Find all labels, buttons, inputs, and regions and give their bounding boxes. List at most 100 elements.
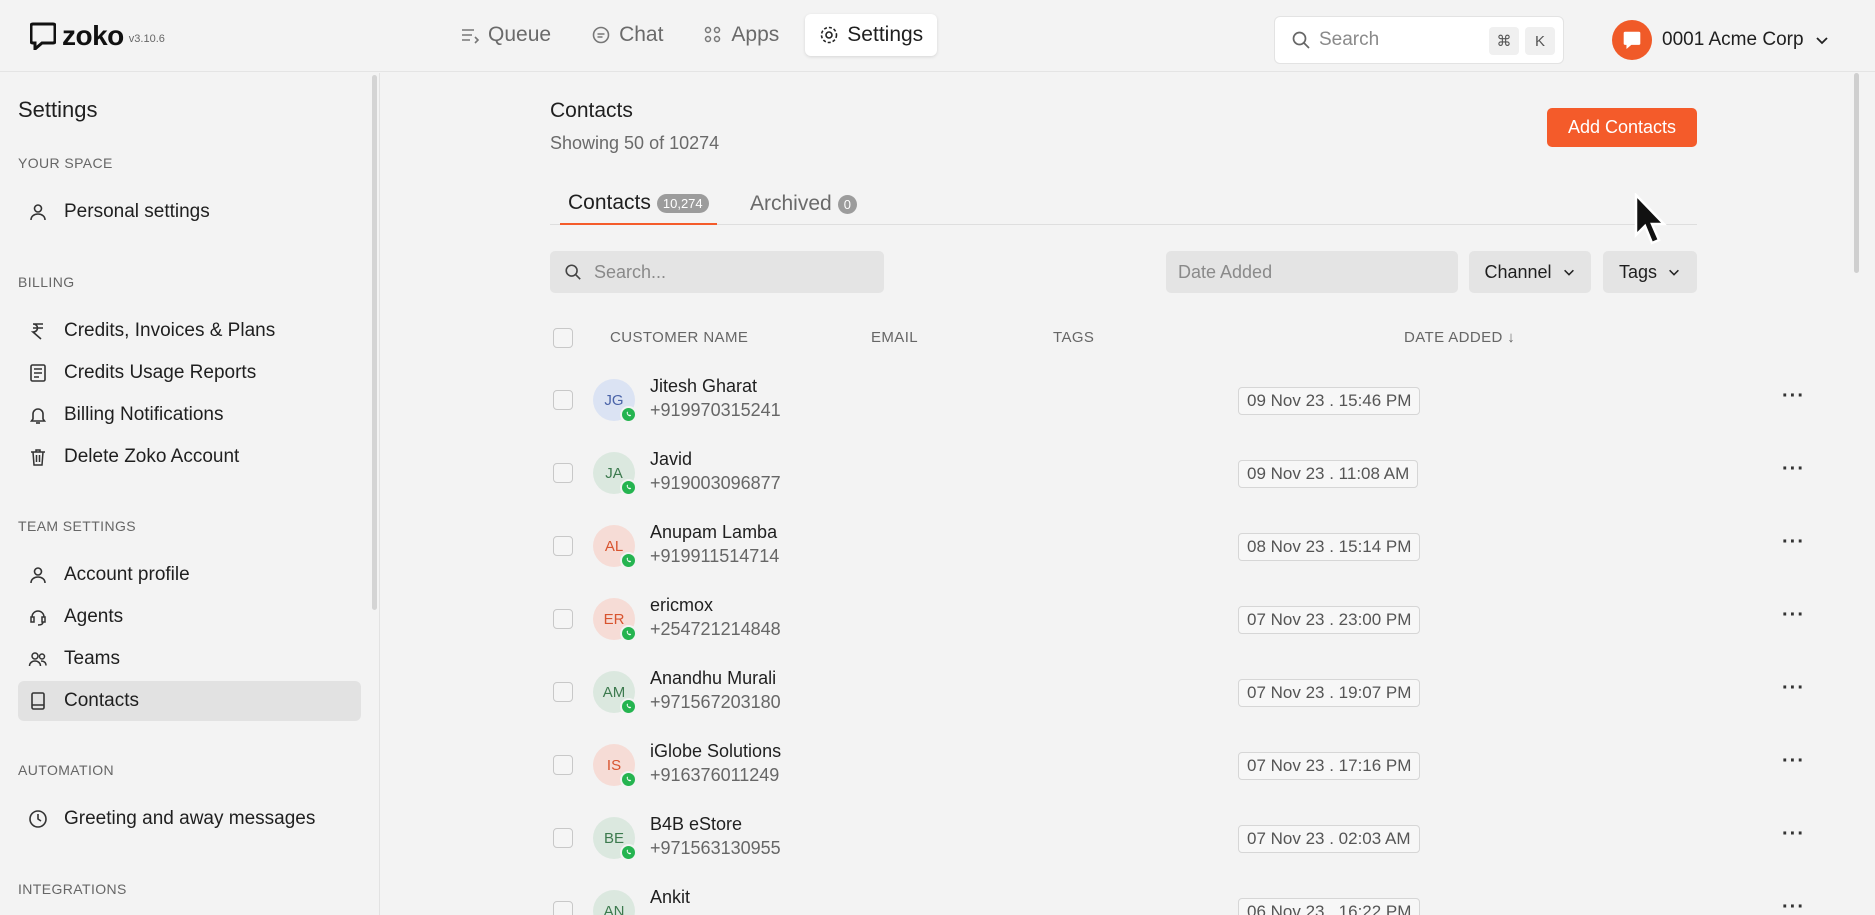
contact-name[interactable]: iGlobe Solutions bbox=[650, 741, 781, 762]
date-added-badge: 09 Nov 23 . 11:08 AM bbox=[1238, 460, 1419, 488]
row-checkbox[interactable] bbox=[553, 390, 573, 410]
contacts-search-input[interactable]: Search... bbox=[550, 251, 884, 293]
contact-name[interactable]: Javid bbox=[650, 449, 692, 470]
search-placeholder: Search bbox=[1319, 29, 1380, 50]
sidebar-item-label: Delete Zoko Account bbox=[64, 446, 240, 467]
nav-queue[interactable]: Queue bbox=[446, 14, 565, 56]
bell-icon bbox=[29, 408, 47, 424]
row-more-options-icon[interactable]: ··· bbox=[1782, 823, 1805, 846]
whatsapp-icon bbox=[620, 698, 637, 715]
sidebar-item-delete-account[interactable]: Delete Zoko Account bbox=[18, 437, 361, 477]
dropdown-label: Tags bbox=[1618, 261, 1658, 282]
contact-phone: +916376011249 bbox=[650, 765, 780, 785]
date-added-badge: 07 Nov 23 . 02:03 AM bbox=[1238, 825, 1420, 853]
section-billing: BILLING bbox=[18, 274, 75, 290]
sidebar-item-personal-settings[interactable]: Personal settings bbox=[18, 192, 361, 232]
row-checkbox[interactable] bbox=[553, 536, 573, 556]
sidebar-title: Settings bbox=[18, 97, 98, 122]
contact-name[interactable]: Jitesh Gharat bbox=[650, 376, 757, 397]
row-checkbox[interactable] bbox=[553, 901, 573, 915]
date-added-badge: 06 Nov 23 . 16:22 PM bbox=[1238, 898, 1421, 915]
table-row[interactable]: AL Anupam Lamba +919911514714 08 Nov 23 . 1… bbox=[550, 509, 1804, 582]
date-added-badge: 07 Nov 23 . 23:00 PM bbox=[1238, 606, 1421, 634]
row-checkbox[interactable] bbox=[553, 828, 573, 848]
column-header-customer-name[interactable]: CUSTOMER NAME bbox=[610, 329, 748, 346]
nav-settings[interactable]: Settings bbox=[805, 14, 938, 56]
contact-name[interactable]: Ankit bbox=[650, 887, 690, 908]
table-row[interactable]: AM Anandhu Murali +971567203180 07 Nov 23 .… bbox=[550, 655, 1804, 728]
sidebar-item-greeting-away[interactable]: Greeting and away messages bbox=[18, 799, 361, 839]
date-filter-placeholder: Date Added bbox=[1178, 261, 1273, 282]
top-bar: zoko v3.10.6 Queue Chat Apps Settings Se… bbox=[0, 0, 1875, 72]
tab-count-badge: 10,274 bbox=[656, 193, 709, 213]
book-icon bbox=[31, 692, 45, 710]
sidebar-item-teams[interactable]: Teams bbox=[18, 639, 361, 679]
table-row[interactable]: IS iGlobe Solutions +916376011249 07 Nov 23… bbox=[550, 728, 1804, 801]
main-scrollbar[interactable] bbox=[1851, 73, 1861, 915]
select-all-checkbox[interactable] bbox=[553, 328, 573, 348]
contact-phone: +254721214848 bbox=[650, 619, 781, 639]
contact-phone: +971563130955 bbox=[650, 838, 781, 858]
row-checkbox[interactable] bbox=[553, 755, 573, 775]
row-checkbox[interactable] bbox=[553, 463, 573, 483]
row-more-options-icon[interactable]: ··· bbox=[1782, 531, 1805, 554]
avatar-initials: JG bbox=[604, 391, 624, 409]
row-more-options-icon[interactable]: ··· bbox=[1782, 677, 1805, 700]
report-icon bbox=[30, 364, 46, 382]
sidebar-item-contacts[interactable]: Contacts bbox=[18, 681, 361, 721]
table-row[interactable]: ER ericmox +254721214848 07 Nov 23 . 23:00 … bbox=[550, 582, 1804, 655]
date-added-filter[interactable]: Date Added bbox=[1166, 251, 1458, 293]
add-contacts-button[interactable]: Add Contacts bbox=[1547, 108, 1697, 147]
nav-label: Queue bbox=[488, 23, 552, 46]
nav-apps[interactable]: Apps bbox=[689, 14, 793, 56]
sidebar-item-account-profile[interactable]: Account profile bbox=[18, 555, 361, 595]
sidebar-scrollbar[interactable] bbox=[372, 75, 377, 610]
contact-name[interactable]: Anandhu Murali bbox=[650, 668, 776, 689]
row-checkbox[interactable] bbox=[553, 609, 573, 629]
sidebar-item-label: Greeting and away messages bbox=[64, 808, 316, 829]
scrollbar-thumb[interactable] bbox=[1854, 73, 1859, 273]
nav-chat[interactable]: Chat bbox=[577, 14, 677, 56]
sidebar-item-credits-usage-reports[interactable]: Credits Usage Reports bbox=[18, 353, 361, 393]
column-header-tags[interactable]: TAGS bbox=[1053, 329, 1094, 346]
account-switcher[interactable]: 0001 Acme Corp bbox=[1612, 20, 1830, 60]
contact-name[interactable]: B4B eStore bbox=[650, 814, 742, 835]
row-more-options-icon[interactable]: ··· bbox=[1782, 604, 1805, 627]
logo[interactable]: zoko v3.10.6 bbox=[30, 20, 165, 52]
column-header-email[interactable]: EMAIL bbox=[871, 329, 918, 346]
trash-icon bbox=[31, 449, 45, 466]
shortcut-k-key: K bbox=[1525, 27, 1555, 55]
global-search-input[interactable]: Search ⌘ K bbox=[1274, 16, 1564, 64]
date-added-badge: 08 Nov 23 . 15:14 PM bbox=[1238, 533, 1421, 561]
sidebar-item-billing-notifications[interactable]: Billing Notifications bbox=[18, 395, 361, 435]
sidebar-item-credits-invoices-plans[interactable]: Credits, Invoices & Plans bbox=[18, 311, 361, 351]
table-row[interactable]: JG Jitesh Gharat +919970315241 09 Nov 23 . … bbox=[550, 363, 1804, 436]
sidebar-item-agents[interactable]: Agents bbox=[18, 597, 361, 637]
row-more-options-icon[interactable]: ··· bbox=[1782, 385, 1805, 408]
dropdown-label: Channel bbox=[1484, 261, 1552, 282]
row-more-options-icon[interactable]: ··· bbox=[1782, 458, 1805, 481]
row-more-options-icon[interactable]: ··· bbox=[1782, 750, 1805, 773]
row-more-options-icon[interactable]: ··· bbox=[1782, 896, 1805, 915]
tab-archived[interactable]: Archived 0 bbox=[750, 183, 857, 225]
queue-icon bbox=[462, 29, 480, 44]
tab-label: Archived bbox=[750, 192, 832, 215]
table-row[interactable]: BE B4B eStore +971563130955 07 Nov 23 . 02:… bbox=[550, 801, 1804, 874]
tags-dropdown[interactable]: Tags bbox=[1603, 251, 1697, 293]
column-header-date-added[interactable]: DATE ADDED ↓ bbox=[1404, 329, 1515, 346]
contact-phone: +919003096877 bbox=[650, 473, 781, 493]
search-icon bbox=[565, 264, 581, 280]
contact-name[interactable]: Anupam Lamba bbox=[650, 522, 777, 543]
table-row[interactable]: AN Ankit 06 Nov 23 . 16:22 PM ··· bbox=[550, 874, 1804, 915]
contacts-page: Contacts Showing 50 of 10274 Add Contact… bbox=[381, 73, 1861, 915]
tab-contacts[interactable]: Contacts 10,274 bbox=[560, 183, 717, 225]
channel-dropdown[interactable]: Channel bbox=[1469, 251, 1591, 293]
row-checkbox[interactable] bbox=[553, 682, 573, 702]
whatsapp-icon bbox=[620, 406, 637, 423]
mouse-cursor-icon bbox=[1634, 193, 1667, 245]
account-avatar bbox=[1612, 20, 1652, 60]
table-row[interactable]: JA Javid +919003096877 09 Nov 23 . 11:08 AM… bbox=[550, 436, 1804, 509]
section-your-space: YOUR SPACE bbox=[18, 155, 113, 171]
gear-icon bbox=[820, 26, 838, 44]
contact-name[interactable]: ericmox bbox=[650, 595, 713, 616]
